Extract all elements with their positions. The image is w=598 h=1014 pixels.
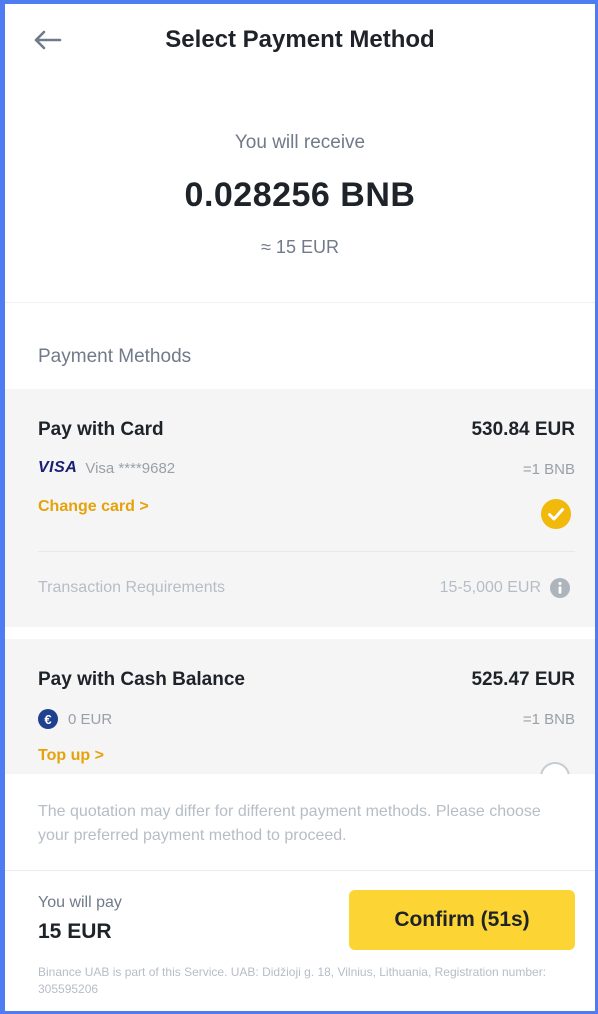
footer-divider (5, 870, 595, 871)
pay-label: You will pay (38, 894, 122, 911)
card-method-name: Pay with Card (38, 419, 164, 440)
info-icon[interactable] (549, 577, 571, 599)
cash-method-name: Pay with Cash Balance (38, 669, 245, 690)
legal-notice: Binance UAB is part of this Service. UAB… (38, 965, 547, 996)
payment-option-card[interactable]: Pay with Card 530.84 EUR VISA Visa ****9… (5, 389, 595, 627)
page-title: Select Payment Method (165, 26, 435, 53)
card-method-amount: 530.84 EUR (471, 419, 575, 440)
radio-unchecked-icon[interactable] (539, 761, 571, 774)
payment-option-cash-balance[interactable]: Pay with Cash Balance 525.47 EUR € 0 EUR… (5, 639, 595, 774)
receive-label: You will receive (234, 132, 366, 153)
payment-methods-heading: Payment Methods (38, 346, 192, 367)
cash-rate: =1 BNB (522, 711, 575, 728)
receive-fiat-equivalent: ≈ 15 EUR (261, 237, 339, 257)
card-rate: =1 BNB (522, 461, 575, 478)
transaction-requirements-value: 15-5,000 EUR (439, 579, 541, 596)
change-card-link[interactable]: Change card > (38, 498, 149, 516)
header: Select Payment Method (5, 4, 595, 76)
cash-method-amount: 525.47 EUR (471, 669, 575, 690)
cash-balance-details: € 0 EUR (38, 709, 112, 729)
receive-amount: 0.028256 BNB (184, 176, 416, 214)
cash-balance-value: 0 EUR (68, 710, 113, 728)
top-up-link[interactable]: Top up > (38, 747, 104, 765)
transaction-requirements-label: Transaction Requirements (38, 579, 226, 596)
confirm-button[interactable]: Confirm (51s) (349, 890, 575, 950)
check-circle-icon[interactable] (541, 499, 571, 529)
divider (5, 302, 595, 303)
visa-logo-icon: VISA (38, 459, 78, 476)
app-frame: Select Payment Method You will receive 0… (0, 0, 598, 1014)
pay-amount: 15 EUR (38, 920, 112, 943)
card-divider (38, 551, 575, 552)
card-details: VISA Visa ****9682 (38, 459, 175, 477)
card-number-label: Visa ****9682 (85, 459, 176, 477)
euro-icon: € (38, 709, 58, 729)
quotation-disclaimer: The quotation may differ for different p… (38, 803, 541, 844)
receive-summary: You will receive 0.028256 BNB ≈ 15 EUR (5, 132, 595, 258)
